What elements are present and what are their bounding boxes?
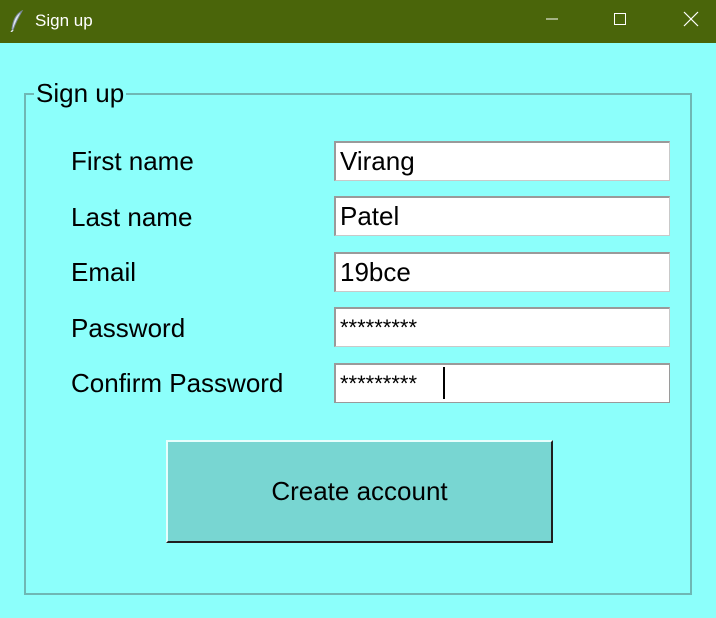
email-label: Email <box>71 257 137 287</box>
password-input[interactable] <box>334 307 670 347</box>
window-title: Sign up <box>35 11 93 30</box>
maximize-button[interactable] <box>597 0 643 43</box>
confirm-password-label: Confirm Password <box>71 368 284 398</box>
confirm-password-input[interactable] <box>334 363 670 403</box>
group-title: Sign up <box>34 78 127 108</box>
maximize-icon <box>613 12 627 31</box>
close-button[interactable] <box>668 0 714 43</box>
text-caret <box>443 367 445 399</box>
feather-icon <box>10 9 24 33</box>
last-name-input[interactable] <box>334 196 670 236</box>
password-label: Password <box>71 313 186 343</box>
minimize-icon <box>545 12 559 31</box>
minimize-button[interactable] <box>529 0 575 43</box>
first-name-label: First name <box>71 146 194 176</box>
first-name-input[interactable] <box>334 141 670 181</box>
create-account-button[interactable]: Create account <box>166 440 553 543</box>
email-input[interactable] <box>334 252 670 292</box>
close-icon <box>683 11 699 32</box>
title-bar[interactable]: Sign up <box>0 0 716 43</box>
last-name-label: Last name <box>71 202 193 232</box>
signup-window: Sign up Sign up First name Last name Ema… <box>0 0 716 618</box>
